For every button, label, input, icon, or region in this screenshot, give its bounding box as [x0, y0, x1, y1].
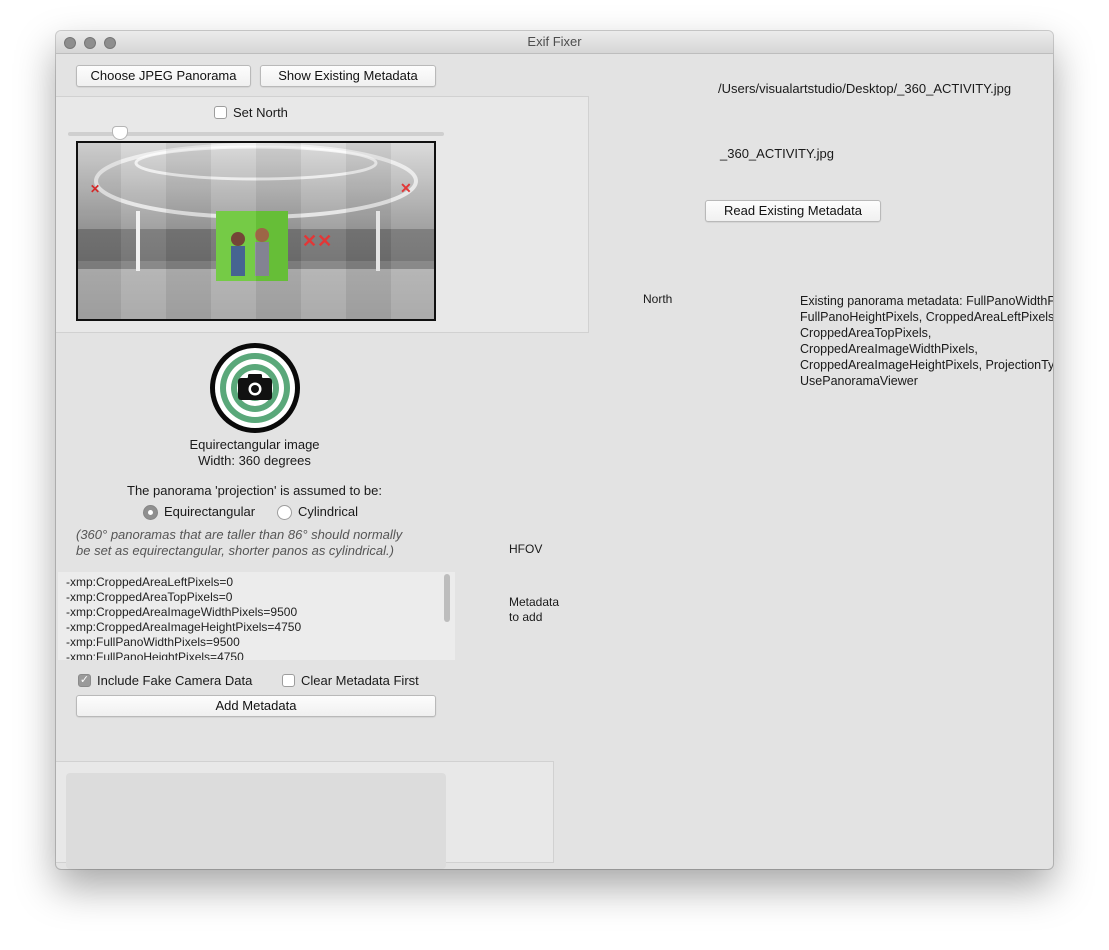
- metadata-scrollbar[interactable]: [444, 574, 450, 622]
- file-path-text: /Users/visualartstudio/Desktop/_360_ACTI…: [718, 81, 1012, 96]
- projection-question: The panorama 'projection' is assumed to …: [127, 483, 382, 498]
- existing-metadata-line: UsePanoramaViewer: [800, 374, 918, 388]
- add-metadata-button[interactable]: Add Metadata: [76, 695, 436, 717]
- existing-metadata-line: FullPanoHeightPixels, CroppedAreaLeftPix…: [800, 310, 1053, 324]
- existing-metadata-line: CroppedAreaImageWidthPixels,: [800, 342, 978, 356]
- title-bar: Exif Fixer: [56, 31, 1053, 54]
- camera-icon: [209, 342, 301, 434]
- radio-equirectangular[interactable]: [143, 505, 158, 520]
- log-area: [66, 773, 446, 869]
- metadata-to-add-label-line1: Metadata: [509, 595, 560, 609]
- zoom-window-button[interactable]: [104, 37, 116, 49]
- hfov-label: HFOV: [509, 542, 543, 556]
- projection-width-line: Width: 360 degrees: [198, 453, 311, 468]
- existing-metadata-line: Existing panorama metadata: FullPanoWidt…: [800, 294, 1053, 308]
- window-title: Exif Fixer: [527, 34, 582, 49]
- metadata-line: -xmp:CroppedAreaTopPixels=0: [66, 590, 233, 604]
- metadata-line: -xmp:CroppedAreaImageHeightPixels=4750: [66, 620, 302, 634]
- fake-camera-checkbox[interactable]: ✓: [78, 674, 91, 687]
- app-window: Exif Fixer Choose JPEG Panorama Show Exi…: [56, 31, 1053, 869]
- panorama-preview: ✕✕ ✕ ✕: [76, 141, 436, 321]
- radio-cylindrical-label: Cylindrical: [298, 504, 358, 519]
- metadata-text-area[interactable]: -xmp:CroppedAreaLeftPixels=0 -xmp:Croppe…: [58, 572, 455, 660]
- projection-type-line: Equirectangular image: [189, 437, 320, 452]
- file-name-text: _360_ACTIVITY.jpg: [720, 146, 834, 161]
- existing-metadata-line: CroppedAreaTopPixels,: [800, 326, 932, 340]
- existing-metadata-line: CroppedAreaImageHeightPixels, Projection…: [800, 358, 1053, 372]
- clear-metadata-checkbox[interactable]: [282, 674, 295, 687]
- metadata-line: -xmp:CroppedAreaImageWidthPixels=9500: [66, 605, 298, 619]
- set-north-label: Set North: [233, 105, 288, 120]
- metadata-line: -xmp:CroppedAreaLeftPixels=0: [66, 575, 234, 589]
- north-label: North: [643, 292, 673, 306]
- existing-metadata-text: Existing panorama metadata: FullPanoWidt…: [800, 293, 1053, 389]
- radio-equirectangular-label: Equirectangular: [164, 504, 256, 519]
- metadata-line: -xmp:FullPanoWidthPixels=9500: [66, 635, 240, 649]
- radio-cylindrical[interactable]: [277, 505, 292, 520]
- show-metadata-button[interactable]: Show Existing Metadata: [260, 65, 436, 87]
- set-north-checkbox[interactable]: [214, 106, 227, 119]
- clear-metadata-label: Clear Metadata First: [301, 673, 419, 688]
- metadata-lines: -xmp:CroppedAreaLeftPixels=0 -xmp:Croppe…: [66, 575, 301, 660]
- metadata-line: -xmp:FullPanoHeightPixels=4750: [66, 650, 244, 660]
- panorama-image: ✕✕ ✕ ✕: [78, 143, 434, 319]
- close-window-button[interactable]: [64, 37, 76, 49]
- projection-note-line2: be set as equirectangular, shorter panos…: [76, 543, 394, 558]
- fake-camera-label: Include Fake Camera Data: [97, 673, 253, 688]
- metadata-to-add-label-line2: to add: [509, 610, 543, 624]
- minimize-window-button[interactable]: [84, 37, 96, 49]
- projection-note-line1: (360° panoramas that are taller than 86°…: [76, 527, 403, 542]
- choose-jpeg-button[interactable]: Choose JPEG Panorama: [76, 65, 251, 87]
- read-metadata-button[interactable]: Read Existing Metadata: [705, 200, 881, 222]
- slider-knob[interactable]: [112, 126, 128, 140]
